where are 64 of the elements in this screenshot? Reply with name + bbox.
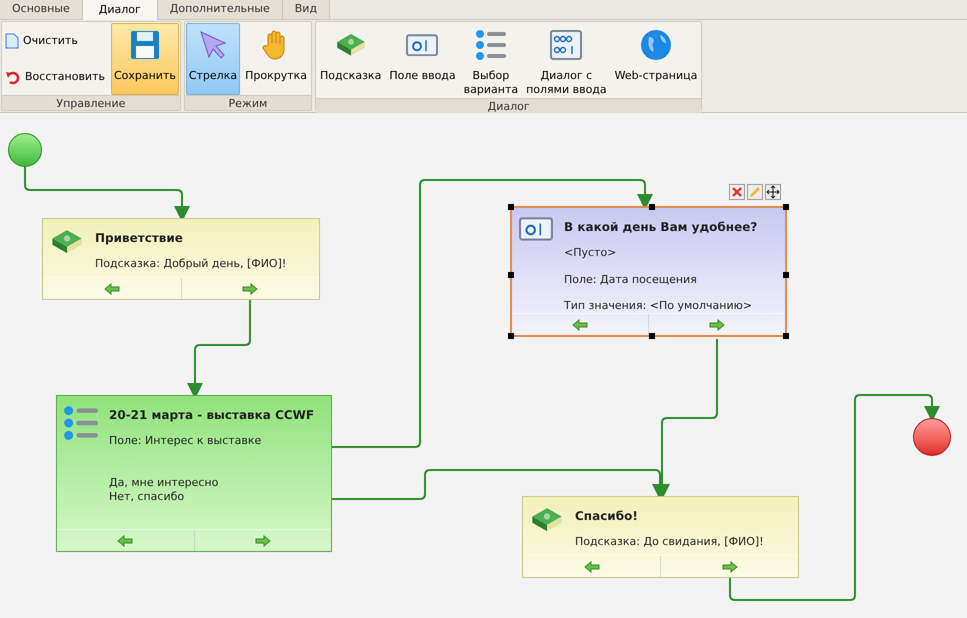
node-title: В какой день Вам удобнее?	[564, 219, 758, 236]
list-icon	[474, 29, 507, 61]
ribbon-button[interactable]: Стрелка	[186, 23, 240, 95]
ribbon-button[interactable]: Сохранить	[110, 23, 179, 95]
node-title: Приветствие	[95, 230, 184, 247]
delete-icon[interactable]	[729, 184, 745, 200]
ribbon-tab[interactable]: Основные	[0, 0, 83, 19]
group-label: Режим	[184, 95, 312, 110]
undo-icon	[5, 69, 21, 85]
option-text: Нет, спасибо	[109, 490, 186, 504]
resize-handle[interactable]	[783, 333, 789, 339]
resize-handle[interactable]	[508, 272, 514, 278]
group-label: Управление	[2, 95, 180, 110]
right-arrow-icon[interactable]	[722, 560, 738, 572]
ribbon-button[interactable]: Web-страница	[612, 23, 700, 98]
book-icon	[334, 32, 367, 58]
list-icon	[63, 405, 99, 441]
resize-handle[interactable]	[648, 204, 654, 210]
option-text: Да, мне интересно	[109, 476, 220, 490]
group-label: Диалог	[316, 98, 702, 113]
ribbon-tab[interactable]: Вид	[282, 0, 330, 19]
left-arrow-icon[interactable]	[584, 560, 600, 572]
ribbon-tab[interactable]: Диалог	[82, 0, 158, 20]
ribbon-button[interactable]: Прокрутка	[242, 23, 310, 95]
ribbon-button[interactable]: Диалог с полями ввода	[523, 23, 610, 98]
page-icon	[5, 33, 19, 49]
book-icon	[530, 506, 564, 534]
resize-handle[interactable]	[783, 204, 789, 210]
right-arrow-icon[interactable]	[709, 318, 725, 330]
dialog-node[interactable]: 20-21 марта - выставка CCWF Поле: Интерес к выставке Да, мне интересно Нет, спасибо	[56, 395, 332, 552]
resize-handle[interactable]	[783, 272, 789, 278]
ribbon-button[interactable]: Выбор варианта	[460, 23, 522, 98]
node-title: Спасибо!	[575, 508, 639, 525]
ribbon-button[interactable]: Подсказка	[317, 23, 384, 98]
globe-icon	[640, 29, 672, 61]
resize-handle[interactable]	[508, 204, 514, 210]
input-field-icon	[519, 217, 553, 241]
left-arrow-icon[interactable]	[104, 282, 120, 294]
end-node[interactable]	[913, 418, 951, 456]
node-text: <Пусто>	[564, 245, 618, 261]
resize-handle[interactable]	[508, 333, 514, 339]
left-arrow-icon[interactable]	[572, 318, 588, 330]
resize-handle[interactable]	[648, 333, 654, 339]
node-text: Тип значения: <По умолчанию>	[564, 298, 754, 314]
dialog-node[interactable]: Приветствие Подсказка: Добрый день, [ФИО]!	[42, 218, 320, 300]
form-fields-icon	[550, 29, 582, 61]
start-node[interactable]	[8, 133, 42, 167]
book-icon	[50, 228, 84, 256]
dialog-node[interactable]: Спасибо! Подсказка: До свидания, [ФИО]!	[522, 496, 799, 578]
right-arrow-icon[interactable]	[254, 534, 271, 546]
node-text: Поле: Интерес к выставке	[109, 433, 262, 449]
node-title: 20-21 марта - выставка CCWF	[109, 407, 316, 424]
move-icon[interactable]	[765, 184, 781, 200]
ribbon-small-button[interactable]: Восстановить	[3, 66, 107, 88]
right-arrow-icon[interactable]	[242, 282, 258, 294]
ribbon-small-button[interactable]: Очистить	[3, 30, 107, 52]
node-text: Подсказка: Добрый день, [ФИО]!	[95, 256, 288, 272]
floppy-icon	[128, 29, 161, 61]
ribbon-tab[interactable]: Дополнительные	[158, 0, 283, 19]
ribbon-button[interactable]: Поле ввода	[386, 23, 459, 98]
input-field-icon	[406, 34, 438, 56]
left-arrow-icon[interactable]	[117, 534, 134, 546]
node-text: Поле: Дата посещения	[564, 272, 698, 288]
node-text: Подсказка: До свидания, [ФИО]!	[575, 534, 765, 550]
